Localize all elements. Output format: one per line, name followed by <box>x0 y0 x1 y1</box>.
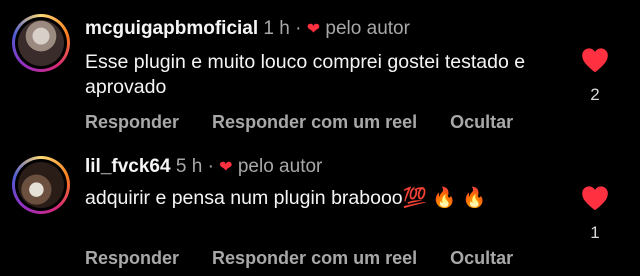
liked-by-author-label: pelo autor <box>237 156 323 177</box>
timestamp: 5 h <box>175 156 203 177</box>
comment-item: lil_fvck64 5 h · ❤ pelo autor adquirir e… <box>0 138 640 276</box>
comment-actions: Responder Responder com um reel Ocultar <box>85 248 541 269</box>
avatar[interactable] <box>12 14 70 72</box>
heart-icon[interactable] <box>581 47 609 73</box>
username[interactable]: mcguigapbmoficial <box>85 18 258 39</box>
heart-icon: ❤ <box>219 159 233 176</box>
hide-button[interactable]: Ocultar <box>450 248 513 268</box>
hide-button[interactable]: Ocultar <box>450 112 513 132</box>
username[interactable]: lil_fvck64 <box>85 156 171 177</box>
comment-header: lil_fvck64 5 h · ❤ pelo autor <box>85 155 322 180</box>
reply-button[interactable]: Responder <box>85 248 179 268</box>
heart-icon[interactable] <box>581 185 609 211</box>
like-button[interactable]: 1 <box>578 185 612 243</box>
separator-dot: · <box>295 18 302 39</box>
timestamp: 1 h <box>263 18 290 39</box>
reply-button[interactable]: Responder <box>85 112 179 132</box>
reply-with-reel-button[interactable]: Responder com um reel <box>212 112 417 132</box>
reply-with-reel-button[interactable]: Responder com um reel <box>212 248 417 268</box>
like-count: 2 <box>590 85 600 104</box>
liked-by-author-label: pelo autor <box>325 18 410 39</box>
separator-dot: · <box>207 156 214 177</box>
comment-header: mcguigapbmoficial 1 h · ❤ pelo autor <box>85 17 410 42</box>
like-count: 1 <box>590 223 600 242</box>
comment-item: mcguigapbmoficial 1 h · ❤ pelo autor Ess… <box>0 0 640 138</box>
comment-text: Esse plugin e muito louco comprei gostei… <box>85 51 526 98</box>
heart-icon: ❤ <box>306 21 321 38</box>
like-button[interactable]: 2 <box>578 47 612 105</box>
comment-actions: Responder Responder com um reel Ocultar <box>85 112 541 133</box>
avatar[interactable] <box>12 156 70 214</box>
comment-text: adquirir e pensa num plugin brabooo💯 🔥 🔥 <box>85 187 487 209</box>
